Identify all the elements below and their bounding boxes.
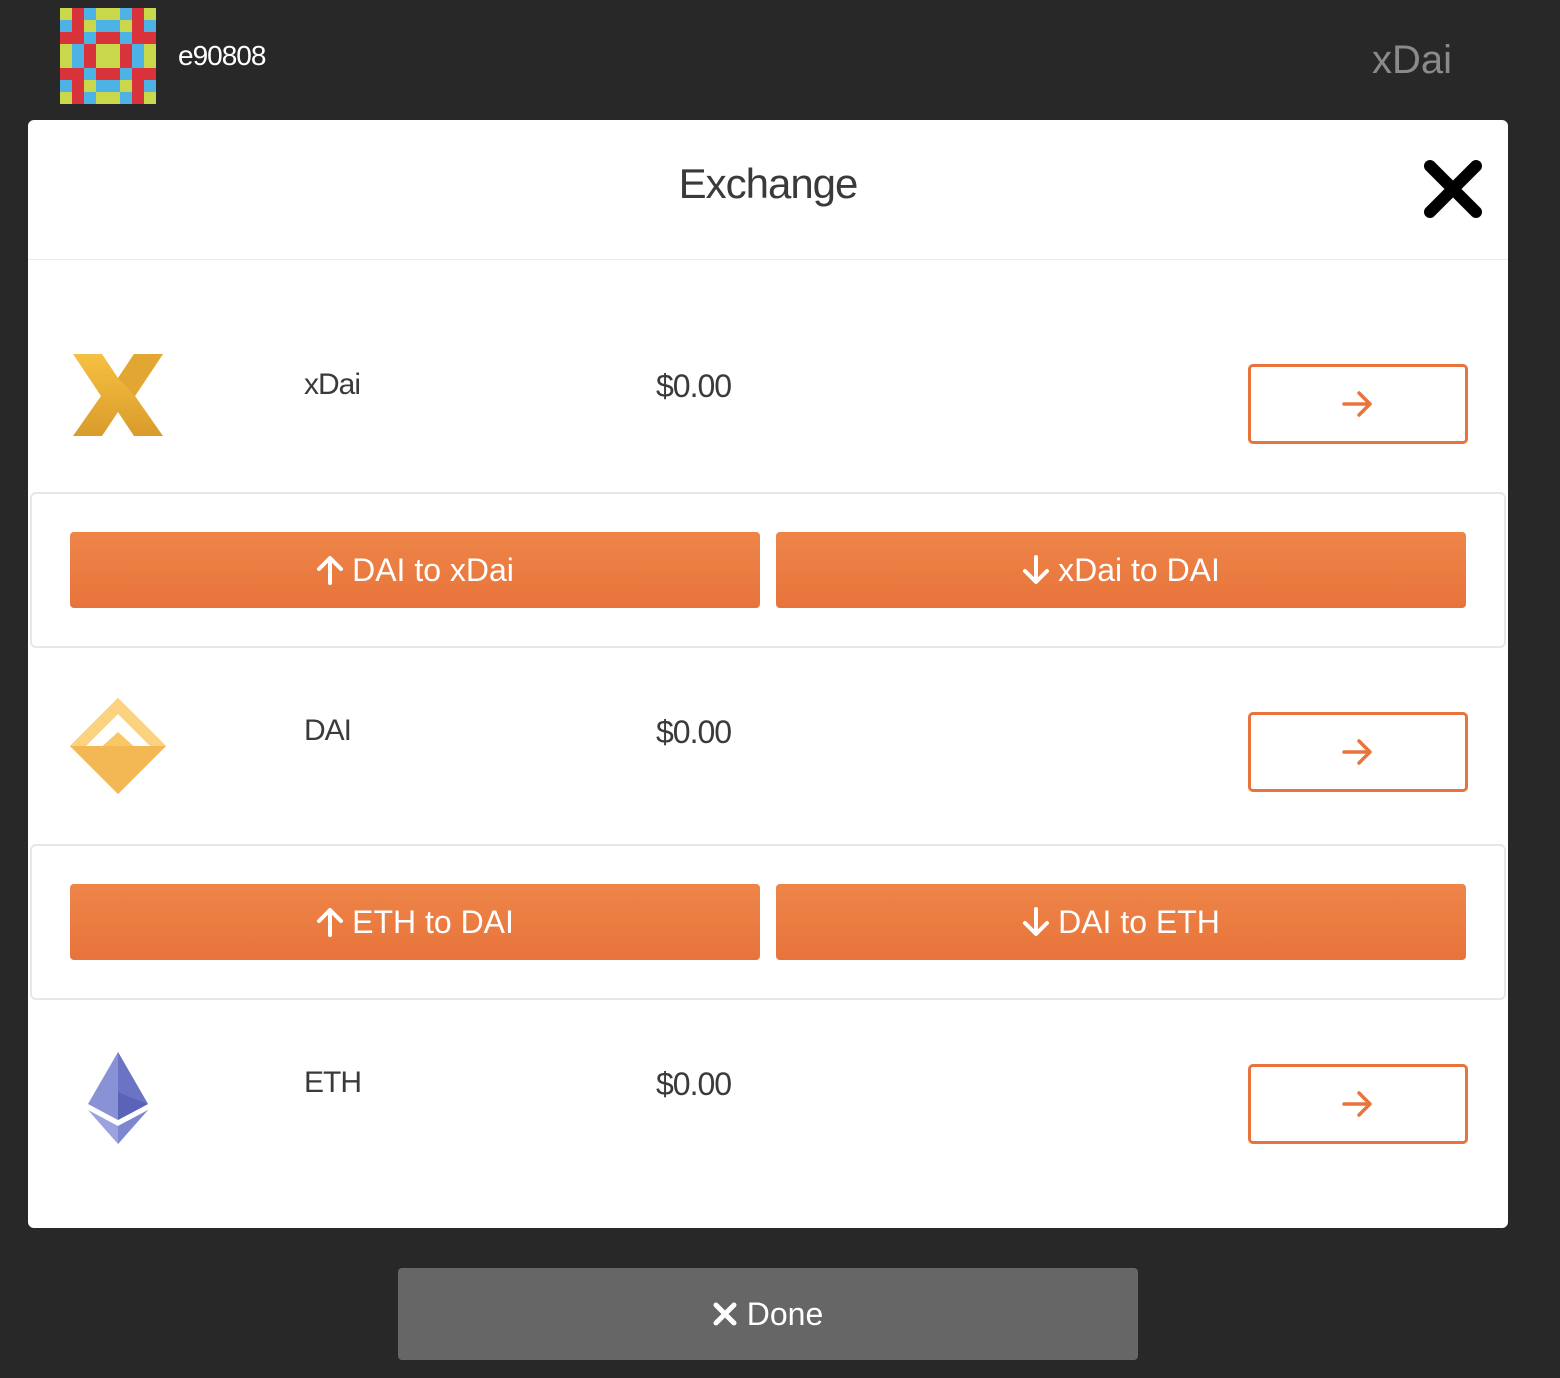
token-name: ETH (304, 1066, 362, 1099)
arrow-up-icon (317, 556, 344, 585)
dai-to-xdai-button[interactable]: DAI to xDai (70, 532, 760, 608)
arrow-right-icon (1342, 391, 1372, 417)
send-dai-button[interactable] (1248, 712, 1468, 792)
token-name: DAI (304, 714, 352, 747)
swap-label: DAI to ETH (1058, 903, 1220, 940)
dai-to-eth-button[interactable]: DAI to ETH (776, 884, 1466, 960)
swap-label: ETH to DAI (352, 903, 514, 940)
token-balance: $0.00 (656, 1066, 732, 1102)
top-bar: e90808 xDai (0, 0, 1560, 120)
xdai-icon (68, 348, 168, 448)
token-balance: $0.00 (656, 368, 732, 404)
swap-panel-dai-xdai: DAI to xDai xDai to DAI (30, 492, 1506, 648)
swap-label: xDai to DAI (1058, 551, 1220, 588)
send-eth-button[interactable] (1248, 1064, 1468, 1144)
eth-icon (68, 1048, 168, 1148)
avatar[interactable] (60, 8, 156, 104)
dai-icon (68, 696, 168, 796)
done-label: Done (746, 1295, 824, 1332)
eth-to-dai-button[interactable]: ETH to DAI (70, 884, 760, 960)
send-xdai-button[interactable] (1248, 364, 1468, 444)
token-balance: $0.00 (656, 714, 732, 750)
close-icon (713, 1302, 737, 1326)
token-name: xDai (304, 368, 361, 401)
username: e90808 (178, 40, 266, 71)
token-row-eth: ETH $0.00 (28, 1026, 1508, 1176)
xdai-to-dai-button[interactable]: xDai to DAI (776, 532, 1466, 608)
modal-title: Exchange (678, 160, 859, 207)
arrow-right-icon (1342, 739, 1372, 765)
modal-header: Exchange (28, 120, 1508, 260)
arrow-down-icon (1023, 907, 1050, 936)
swap-label: DAI to xDai (352, 551, 514, 588)
exchange-modal: Exchange xDai $0.00 DAI to xDai xDai to … (28, 120, 1508, 1228)
done-button[interactable]: Done (398, 1268, 1138, 1360)
close-icon[interactable] (1422, 158, 1484, 220)
token-row-dai: DAI $0.00 (28, 674, 1508, 824)
arrow-right-icon (1342, 1091, 1372, 1117)
network-name: xDai (1371, 38, 1452, 82)
arrow-up-icon (317, 908, 344, 937)
arrow-down-icon (1023, 555, 1050, 584)
swap-panel-eth-dai: ETH to DAI DAI to ETH (30, 844, 1506, 1000)
token-row-xdai: xDai $0.00 (28, 328, 1508, 478)
